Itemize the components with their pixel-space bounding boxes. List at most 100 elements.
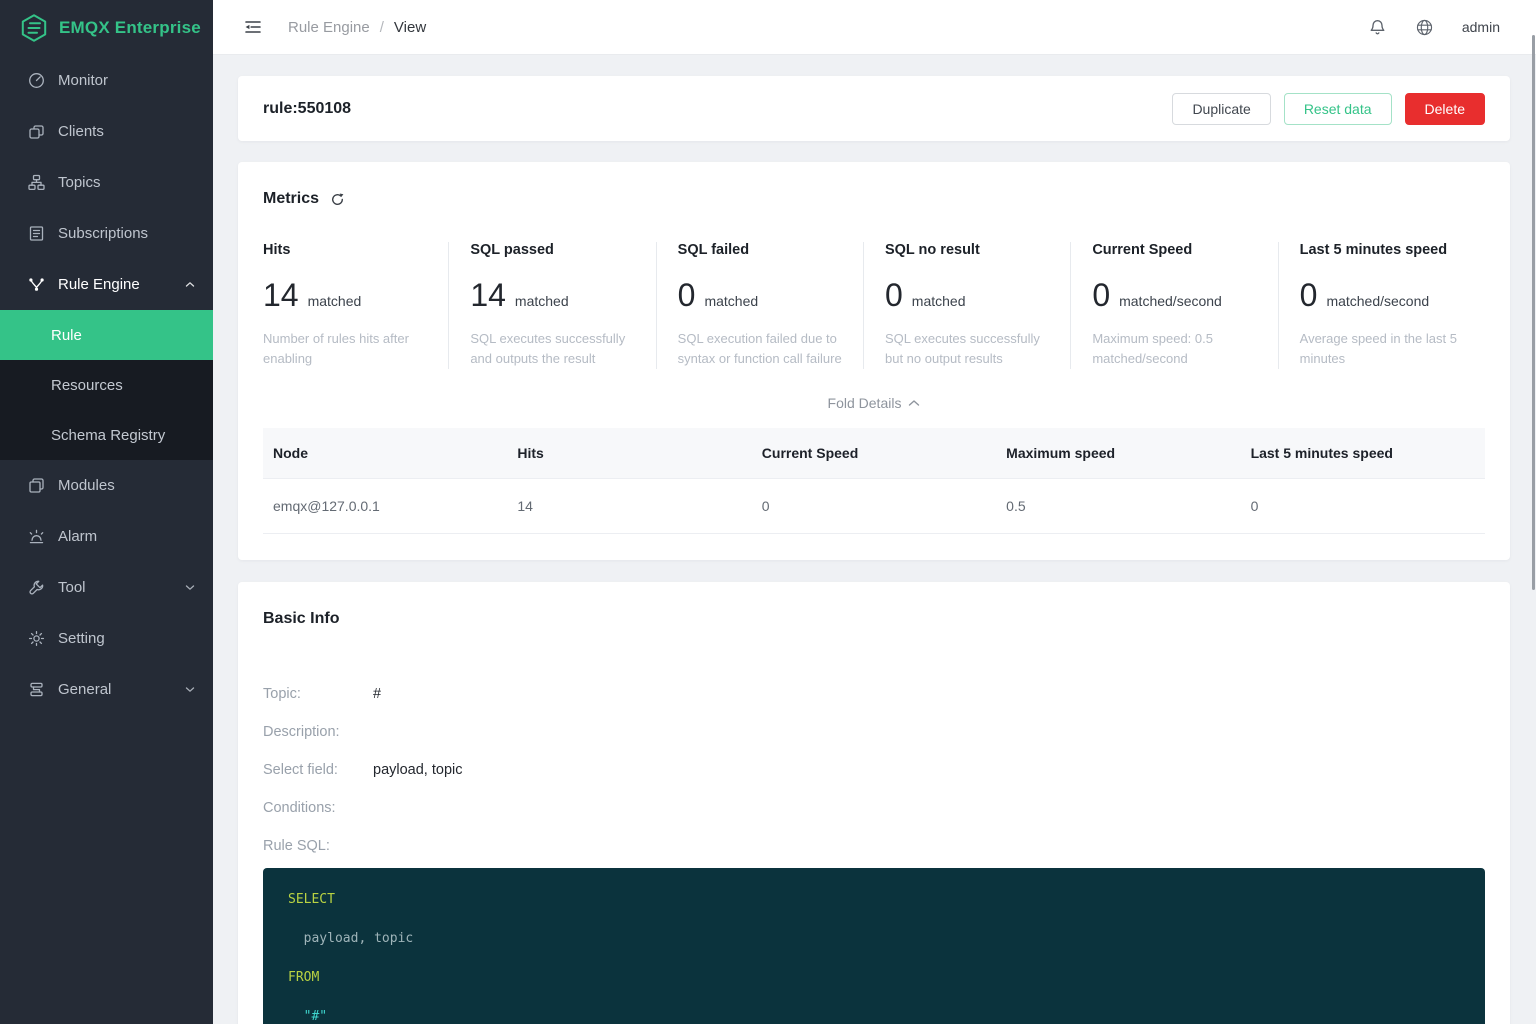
refresh-icon[interactable] (330, 192, 345, 207)
metric-last-5-minutes-speed: Last 5 minutes speed 0matched/second Ave… (1278, 242, 1485, 369)
metric-value: 0 (885, 277, 903, 314)
header-actions: admin (1368, 18, 1500, 37)
sidebar-item-alarm[interactable]: Alarm (0, 511, 213, 562)
metric-value: 14 (263, 277, 299, 314)
sidebar-item-rule[interactable]: Rule (0, 310, 213, 360)
page-title: rule:550108 (263, 100, 351, 118)
metric-sql-passed: SQL passed 14matched SQL executes succes… (448, 242, 655, 369)
metric-value: 14 (470, 277, 506, 314)
sidebar-item-setting[interactable]: Setting (0, 613, 213, 664)
brand-name: EMQX Enterprise (59, 18, 201, 38)
sidebar-item-label: Rule Engine (58, 276, 140, 293)
sql-line: FROM (288, 958, 1460, 997)
sidebar-item-rule-engine[interactable]: Rule Engine (0, 259, 213, 310)
metric-current-speed: Current Speed 0matched/second Maximum sp… (1070, 242, 1277, 369)
cell-node: emqx@127.0.0.1 (263, 479, 507, 534)
rule-engine-icon (28, 276, 45, 293)
modules-icon (28, 477, 45, 494)
top-header: Rule Engine / View admin (213, 0, 1536, 55)
metric-sql-failed: SQL failed 0matched SQL execution failed… (656, 242, 863, 369)
fold-details-toggle[interactable]: Fold Details (238, 395, 1510, 411)
sidebar-item-label: Modules (58, 477, 115, 494)
field-conditions: Conditions: (263, 800, 1485, 838)
table-row: emqx@127.0.0.1 14 0 0.5 0 (263, 479, 1485, 534)
metric-cards: Hits 14matched Number of rules hits afte… (238, 242, 1510, 369)
cell-maximum-speed: 0.5 (996, 479, 1240, 534)
rule-sql-code-block: SELECT payload, topic FROM "#" (263, 868, 1485, 1024)
setting-icon (28, 630, 45, 647)
sidebar-item-label: Tool (58, 579, 86, 596)
cell-last-5-minutes-speed: 0 (1241, 479, 1485, 534)
delete-button[interactable]: Delete (1405, 93, 1485, 125)
chevron-up-icon (185, 280, 195, 289)
field-rule-sql: Rule SQL: (263, 838, 1485, 866)
sidebar-item-topics[interactable]: Topics (0, 157, 213, 208)
sidebar-item-tool[interactable]: Tool (0, 562, 213, 613)
metrics-title: Metrics (263, 190, 319, 208)
monitor-icon (28, 72, 45, 89)
sidebar-item-subscriptions[interactable]: Subscriptions (0, 208, 213, 259)
sidebar-item-general[interactable]: General (0, 664, 213, 715)
metric-value: 0 (1092, 277, 1110, 314)
sql-line: "#" (288, 997, 1460, 1024)
alarm-icon (28, 528, 45, 545)
general-icon (28, 681, 45, 698)
scrollbar-thumb[interactable] (1532, 35, 1535, 590)
column-header: Node (263, 428, 507, 479)
table-header-row: Node Hits Current Speed Maximum speed La… (263, 428, 1485, 479)
metric-value: 0 (678, 277, 696, 314)
topics-icon (28, 174, 45, 191)
cell-hits: 14 (507, 479, 751, 534)
metrics-section: Metrics Hits 14matched Number of rules h… (238, 162, 1510, 560)
subscriptions-icon (28, 225, 45, 242)
chevron-up-icon (908, 399, 920, 407)
column-header: Hits (507, 428, 751, 479)
breadcrumb-rule-engine[interactable]: Rule Engine (288, 19, 370, 36)
metric-hits: Hits 14matched Number of rules hits afte… (263, 242, 448, 369)
sidebar-item-monitor[interactable]: Monitor (0, 55, 213, 106)
main-content: rule:550108 Duplicate Reset data Delete … (213, 55, 1536, 1024)
brand-logo[interactable]: EMQX Enterprise (0, 0, 213, 55)
sidebar-item-clients[interactable]: Clients (0, 106, 213, 157)
rule-title-bar: rule:550108 Duplicate Reset data Delete (238, 76, 1510, 141)
clients-icon (28, 123, 45, 140)
field-description: Description: (263, 724, 1485, 762)
basic-info-section: Basic Info Topic: # Description: Select … (238, 582, 1510, 1024)
breadcrumb-view: View (394, 19, 426, 36)
column-header: Last 5 minutes speed (1241, 428, 1485, 479)
cell-current-speed: 0 (752, 479, 996, 534)
rule-engine-submenu: Rule Resources Schema Registry (0, 310, 213, 460)
sql-line: SELECT (288, 880, 1460, 919)
sidebar-item-label: Resources (51, 377, 123, 394)
sidebar-item-label: Clients (58, 123, 104, 140)
sidebar-item-schema-registry[interactable]: Schema Registry (0, 410, 213, 460)
sql-line: payload, topic (288, 919, 1460, 958)
sidebar-collapse-icon[interactable] (243, 17, 263, 37)
breadcrumb: Rule Engine / View (288, 19, 426, 36)
sidebar-item-label: Schema Registry (51, 427, 165, 444)
sidebar-item-label: Monitor (58, 72, 108, 89)
sidebar-item-modules[interactable]: Modules (0, 460, 213, 511)
field-topic: Topic: # (263, 686, 1485, 724)
sidebar-item-label: Subscriptions (58, 225, 148, 242)
duplicate-button[interactable]: Duplicate (1172, 93, 1270, 125)
column-header: Current Speed (752, 428, 996, 479)
sidebar: EMQX Enterprise Monitor Clients Topics S… (0, 0, 213, 1024)
rule-actions: Duplicate Reset data Delete (1172, 93, 1485, 125)
reset-data-button[interactable]: Reset data (1284, 93, 1392, 125)
basic-info-title: Basic Info (263, 610, 1485, 628)
language-globe-icon[interactable] (1415, 18, 1434, 37)
node-metrics-table: Node Hits Current Speed Maximum speed La… (263, 428, 1485, 534)
chevron-down-icon (185, 583, 195, 592)
metric-value: 0 (1300, 277, 1318, 314)
user-menu[interactable]: admin (1462, 19, 1500, 35)
sidebar-item-label: Alarm (58, 528, 97, 545)
sidebar-item-label: General (58, 681, 111, 698)
notification-bell-icon[interactable] (1368, 18, 1387, 37)
sidebar-item-label: Setting (58, 630, 105, 647)
column-header: Maximum speed (996, 428, 1240, 479)
sidebar-item-label: Topics (58, 174, 101, 191)
field-select-field: Select field: payload, topic (263, 762, 1485, 800)
sidebar-item-resources[interactable]: Resources (0, 360, 213, 410)
tool-icon (28, 579, 45, 596)
